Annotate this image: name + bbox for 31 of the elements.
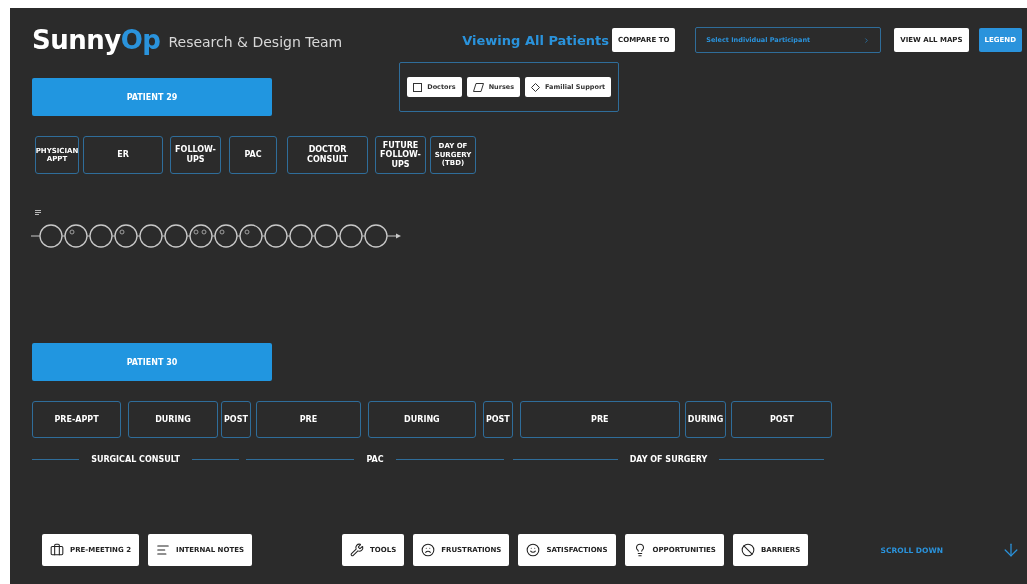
viewing-title: Viewing All Patients xyxy=(462,32,610,48)
phase-box[interactable]: FOLLOW-UPS xyxy=(170,136,221,174)
phase-box[interactable]: PRE xyxy=(255,401,361,438)
frown-icon xyxy=(421,543,436,557)
phase-box[interactable]: DURING xyxy=(128,401,218,438)
phase-box[interactable]: PAC xyxy=(229,136,277,174)
phase-box[interactable]: POST xyxy=(482,401,513,438)
section-label: DAY OF SURGERY xyxy=(629,455,708,464)
phase-box[interactable]: FUTURE FOLLOW-UPS xyxy=(375,136,426,174)
phase-box[interactable]: DURING xyxy=(367,401,476,438)
wrench-icon xyxy=(350,543,365,557)
briefcase-icon xyxy=(50,543,64,557)
phase-box[interactable]: DOCTOR CONSULT xyxy=(287,136,368,174)
parallelogram-icon xyxy=(472,82,484,92)
phase-box[interactable]: ER xyxy=(83,136,163,174)
section-label: PAC xyxy=(366,455,384,464)
ban-icon xyxy=(740,543,755,557)
chevron-icon xyxy=(863,36,871,44)
section-label: SURGICAL CONSULT xyxy=(91,455,180,464)
smile-icon xyxy=(526,543,541,557)
phase-box[interactable]: DURING xyxy=(684,401,727,438)
phase-box[interactable]: PRE xyxy=(519,401,680,438)
phase-box[interactable]: POST xyxy=(221,401,251,438)
logo: SunnyOp xyxy=(32,25,161,55)
diamond-icon xyxy=(531,82,541,92)
team-name: Research & Design Team xyxy=(168,34,343,50)
phase-box[interactable]: PRE-APPT xyxy=(32,401,121,438)
phase-box[interactable]: POST xyxy=(731,401,833,438)
square-icon xyxy=(413,82,423,92)
notes-icon xyxy=(156,543,171,557)
note-icon xyxy=(35,210,41,215)
